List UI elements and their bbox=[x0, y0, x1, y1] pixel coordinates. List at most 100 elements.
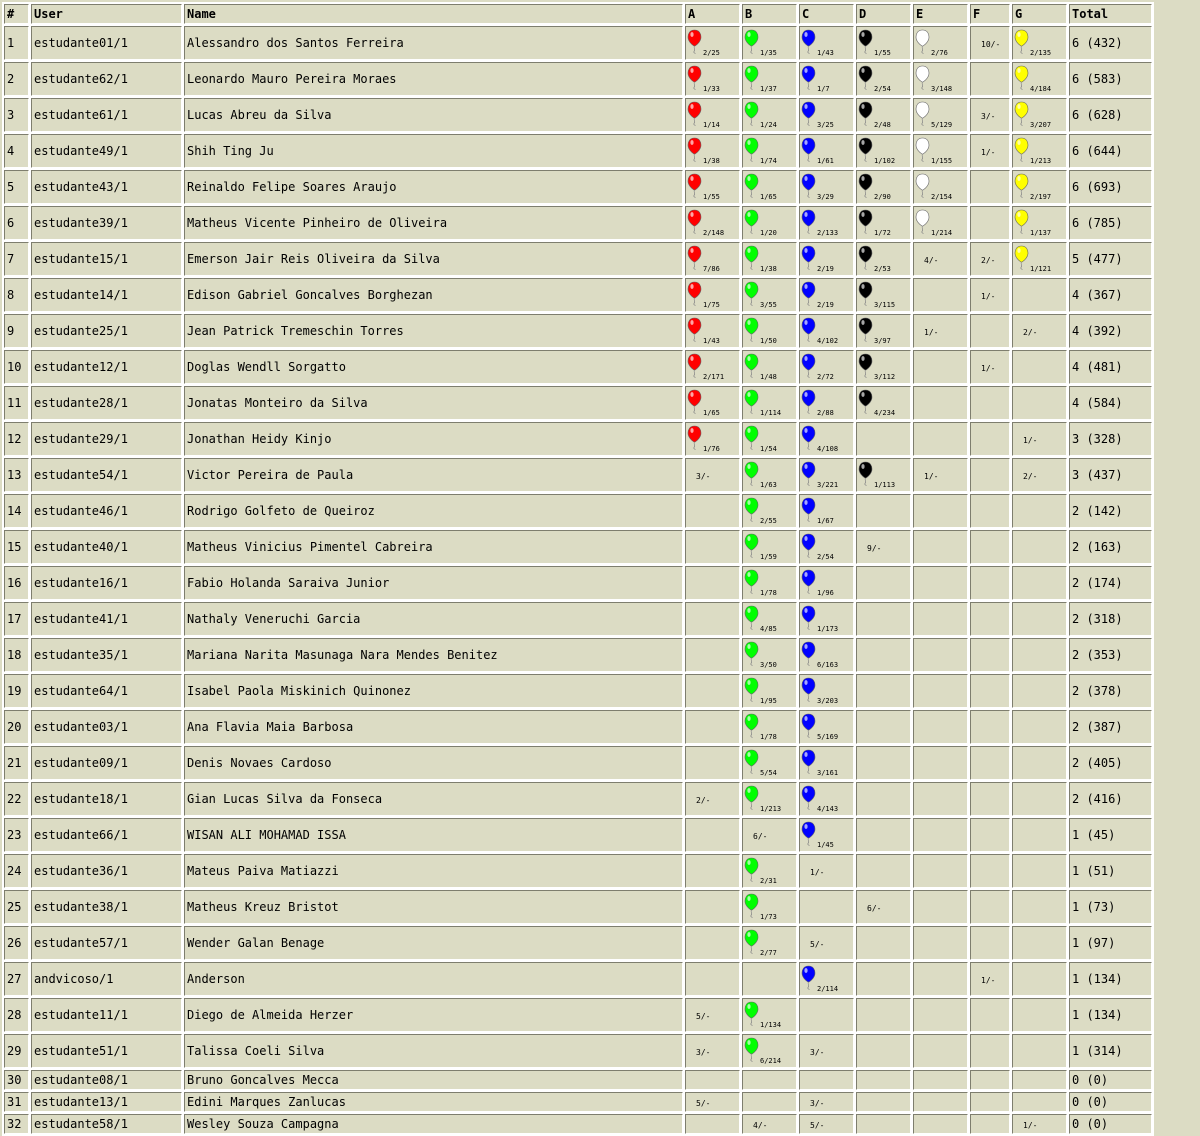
problem-cell bbox=[970, 890, 1010, 924]
attempts-time-label: 4/108 bbox=[817, 445, 839, 453]
problem-cell bbox=[970, 170, 1010, 204]
total-cell: 6 (693) bbox=[1069, 170, 1152, 204]
problem-cell bbox=[856, 602, 911, 636]
total-cell: 4 (367) bbox=[1069, 278, 1152, 312]
total-cell: 4 (392) bbox=[1069, 314, 1152, 348]
attempts-time-label: 3/148 bbox=[931, 85, 953, 93]
name-cell: Alessandro dos Santos Ferreira bbox=[184, 26, 683, 60]
problem-cell bbox=[685, 566, 740, 600]
user-cell: estudante13/1 bbox=[31, 1092, 182, 1112]
attempts-time-label: 1/55 bbox=[874, 49, 891, 57]
problem-cell bbox=[856, 494, 911, 528]
problem-cell bbox=[856, 1114, 911, 1134]
attempts-time-label: 5/169 bbox=[817, 733, 839, 741]
problem-cell: 2/25 bbox=[685, 26, 740, 60]
user-header: User bbox=[31, 4, 182, 24]
attempts-time-label: 2/31 bbox=[760, 877, 777, 885]
problem-cell: 2/171 bbox=[685, 350, 740, 384]
problem-cell bbox=[970, 458, 1010, 492]
problem-cell: 4/234 bbox=[856, 386, 911, 420]
problem-cell bbox=[1012, 530, 1067, 564]
attempts-time-label: 1/173 bbox=[817, 625, 839, 633]
attempts-time-label: 1/35 bbox=[760, 49, 777, 57]
attempts-time-label: 1/96 bbox=[817, 589, 834, 597]
total-cell: 1 (45) bbox=[1069, 818, 1152, 852]
problem-cell bbox=[970, 62, 1010, 96]
problem-cell: 6/- bbox=[856, 890, 911, 924]
attempts-time-label: 2/148 bbox=[703, 229, 725, 237]
problem-cell bbox=[913, 1070, 968, 1090]
problem-cell bbox=[970, 530, 1010, 564]
table-row: 28 estudante11/1 Diego de Almeida Herzer 5/… bbox=[4, 998, 1152, 1032]
rank-cell: 26 bbox=[4, 926, 29, 960]
user-cell: estudante14/1 bbox=[31, 278, 182, 312]
problem-cell: 1/24 bbox=[742, 98, 797, 132]
problem-cell: 2/- bbox=[685, 782, 740, 816]
failed-attempts-label: 6/- bbox=[753, 832, 768, 841]
attempts-time-label: 1/95 bbox=[760, 697, 777, 705]
total-cell: 1 (314) bbox=[1069, 1034, 1152, 1068]
total-cell: 2 (318) bbox=[1069, 602, 1152, 636]
table-row: 8 estudante14/1 Edison Gabriel Goncalves B… bbox=[4, 278, 1152, 312]
attempts-time-label: 5/54 bbox=[760, 769, 777, 777]
attempts-time-label: 1/63 bbox=[760, 481, 777, 489]
table-row: 26 estudante57/1 Wender Galan Benage 2/77 5/… bbox=[4, 926, 1152, 960]
rank-cell: 23 bbox=[4, 818, 29, 852]
problem-cell bbox=[913, 386, 968, 420]
user-cell: estudante43/1 bbox=[31, 170, 182, 204]
problem-cell: 9/- bbox=[856, 530, 911, 564]
failed-attempts-label: 1/- bbox=[981, 976, 996, 985]
rank-cell: 30 bbox=[4, 1070, 29, 1090]
table-row: 17 estudante41/1 Nathaly Veneruchi Garcia 4… bbox=[4, 602, 1152, 636]
problem-cell: 5/- bbox=[799, 1114, 854, 1134]
user-cell: estudante18/1 bbox=[31, 782, 182, 816]
table-row: 30 estudante08/1 Bruno Goncalves Mecca 0 (0… bbox=[4, 1070, 1152, 1090]
rank-cell: 25 bbox=[4, 890, 29, 924]
problem-cell: 2/148 bbox=[685, 206, 740, 240]
problem-cell: 1/73 bbox=[742, 890, 797, 924]
problem-cell: 3/- bbox=[685, 458, 740, 492]
attempts-time-label: 2/54 bbox=[874, 85, 891, 93]
rank-cell: 17 bbox=[4, 602, 29, 636]
attempts-time-label: 1/65 bbox=[703, 409, 720, 417]
table-row: 20 estudante03/1 Ana Flavia Maia Barbosa 1/… bbox=[4, 710, 1152, 744]
problem-cell: 1/95 bbox=[742, 674, 797, 708]
problem-cell bbox=[799, 1070, 854, 1090]
failed-attempts-label: 1/- bbox=[981, 364, 996, 373]
failed-attempts-label: 3/- bbox=[810, 1099, 825, 1108]
attempts-time-label: 2/88 bbox=[817, 409, 834, 417]
failed-attempts-label: 5/- bbox=[696, 1099, 711, 1108]
attempts-time-label: 1/14 bbox=[703, 121, 720, 129]
name-cell: Denis Novaes Cardoso bbox=[184, 746, 683, 780]
name-cell: Bruno Goncalves Mecca bbox=[184, 1070, 683, 1090]
problem-cell: 1/- bbox=[799, 854, 854, 888]
name-cell: Wender Galan Benage bbox=[184, 926, 683, 960]
attempts-time-label: 1/134 bbox=[760, 1021, 782, 1029]
attempts-time-label: 2/72 bbox=[817, 373, 834, 381]
problem-cell bbox=[913, 566, 968, 600]
problem-cell: 1/65 bbox=[742, 170, 797, 204]
name-cell: Mariana Narita Masunaga Nara Mendes Beni… bbox=[184, 638, 683, 672]
table-row: 4 estudante49/1 Shih Ting Ju 1/38 1/74 1/61 1/… bbox=[4, 134, 1152, 168]
failed-attempts-label: 9/- bbox=[867, 544, 882, 553]
table-row: 21 estudante09/1 Denis Novaes Cardoso 5/54 3… bbox=[4, 746, 1152, 780]
problem-cell bbox=[913, 710, 968, 744]
problem-cell bbox=[856, 638, 911, 672]
failed-attempts-label: 1/- bbox=[1023, 436, 1038, 445]
attempts-time-label: 1/114 bbox=[760, 409, 782, 417]
user-cell: estudante36/1 bbox=[31, 854, 182, 888]
problem-cell: 2/88 bbox=[799, 386, 854, 420]
user-cell: estudante58/1 bbox=[31, 1114, 182, 1134]
problem-cell: 3/55 bbox=[742, 278, 797, 312]
attempts-time-label: 3/203 bbox=[817, 697, 839, 705]
name-cell: Victor Pereira de Paula bbox=[184, 458, 683, 492]
problem-header-g: G bbox=[1012, 4, 1067, 24]
attempts-time-label: 5/129 bbox=[931, 121, 953, 129]
name-cell: Gian Lucas Silva da Fonseca bbox=[184, 782, 683, 816]
total-cell: 2 (387) bbox=[1069, 710, 1152, 744]
problem-cell bbox=[685, 494, 740, 528]
problem-cell: 4/184 bbox=[1012, 62, 1067, 96]
problem-cell: 3/148 bbox=[913, 62, 968, 96]
problem-cell: 1/214 bbox=[913, 206, 968, 240]
problem-cell bbox=[856, 782, 911, 816]
